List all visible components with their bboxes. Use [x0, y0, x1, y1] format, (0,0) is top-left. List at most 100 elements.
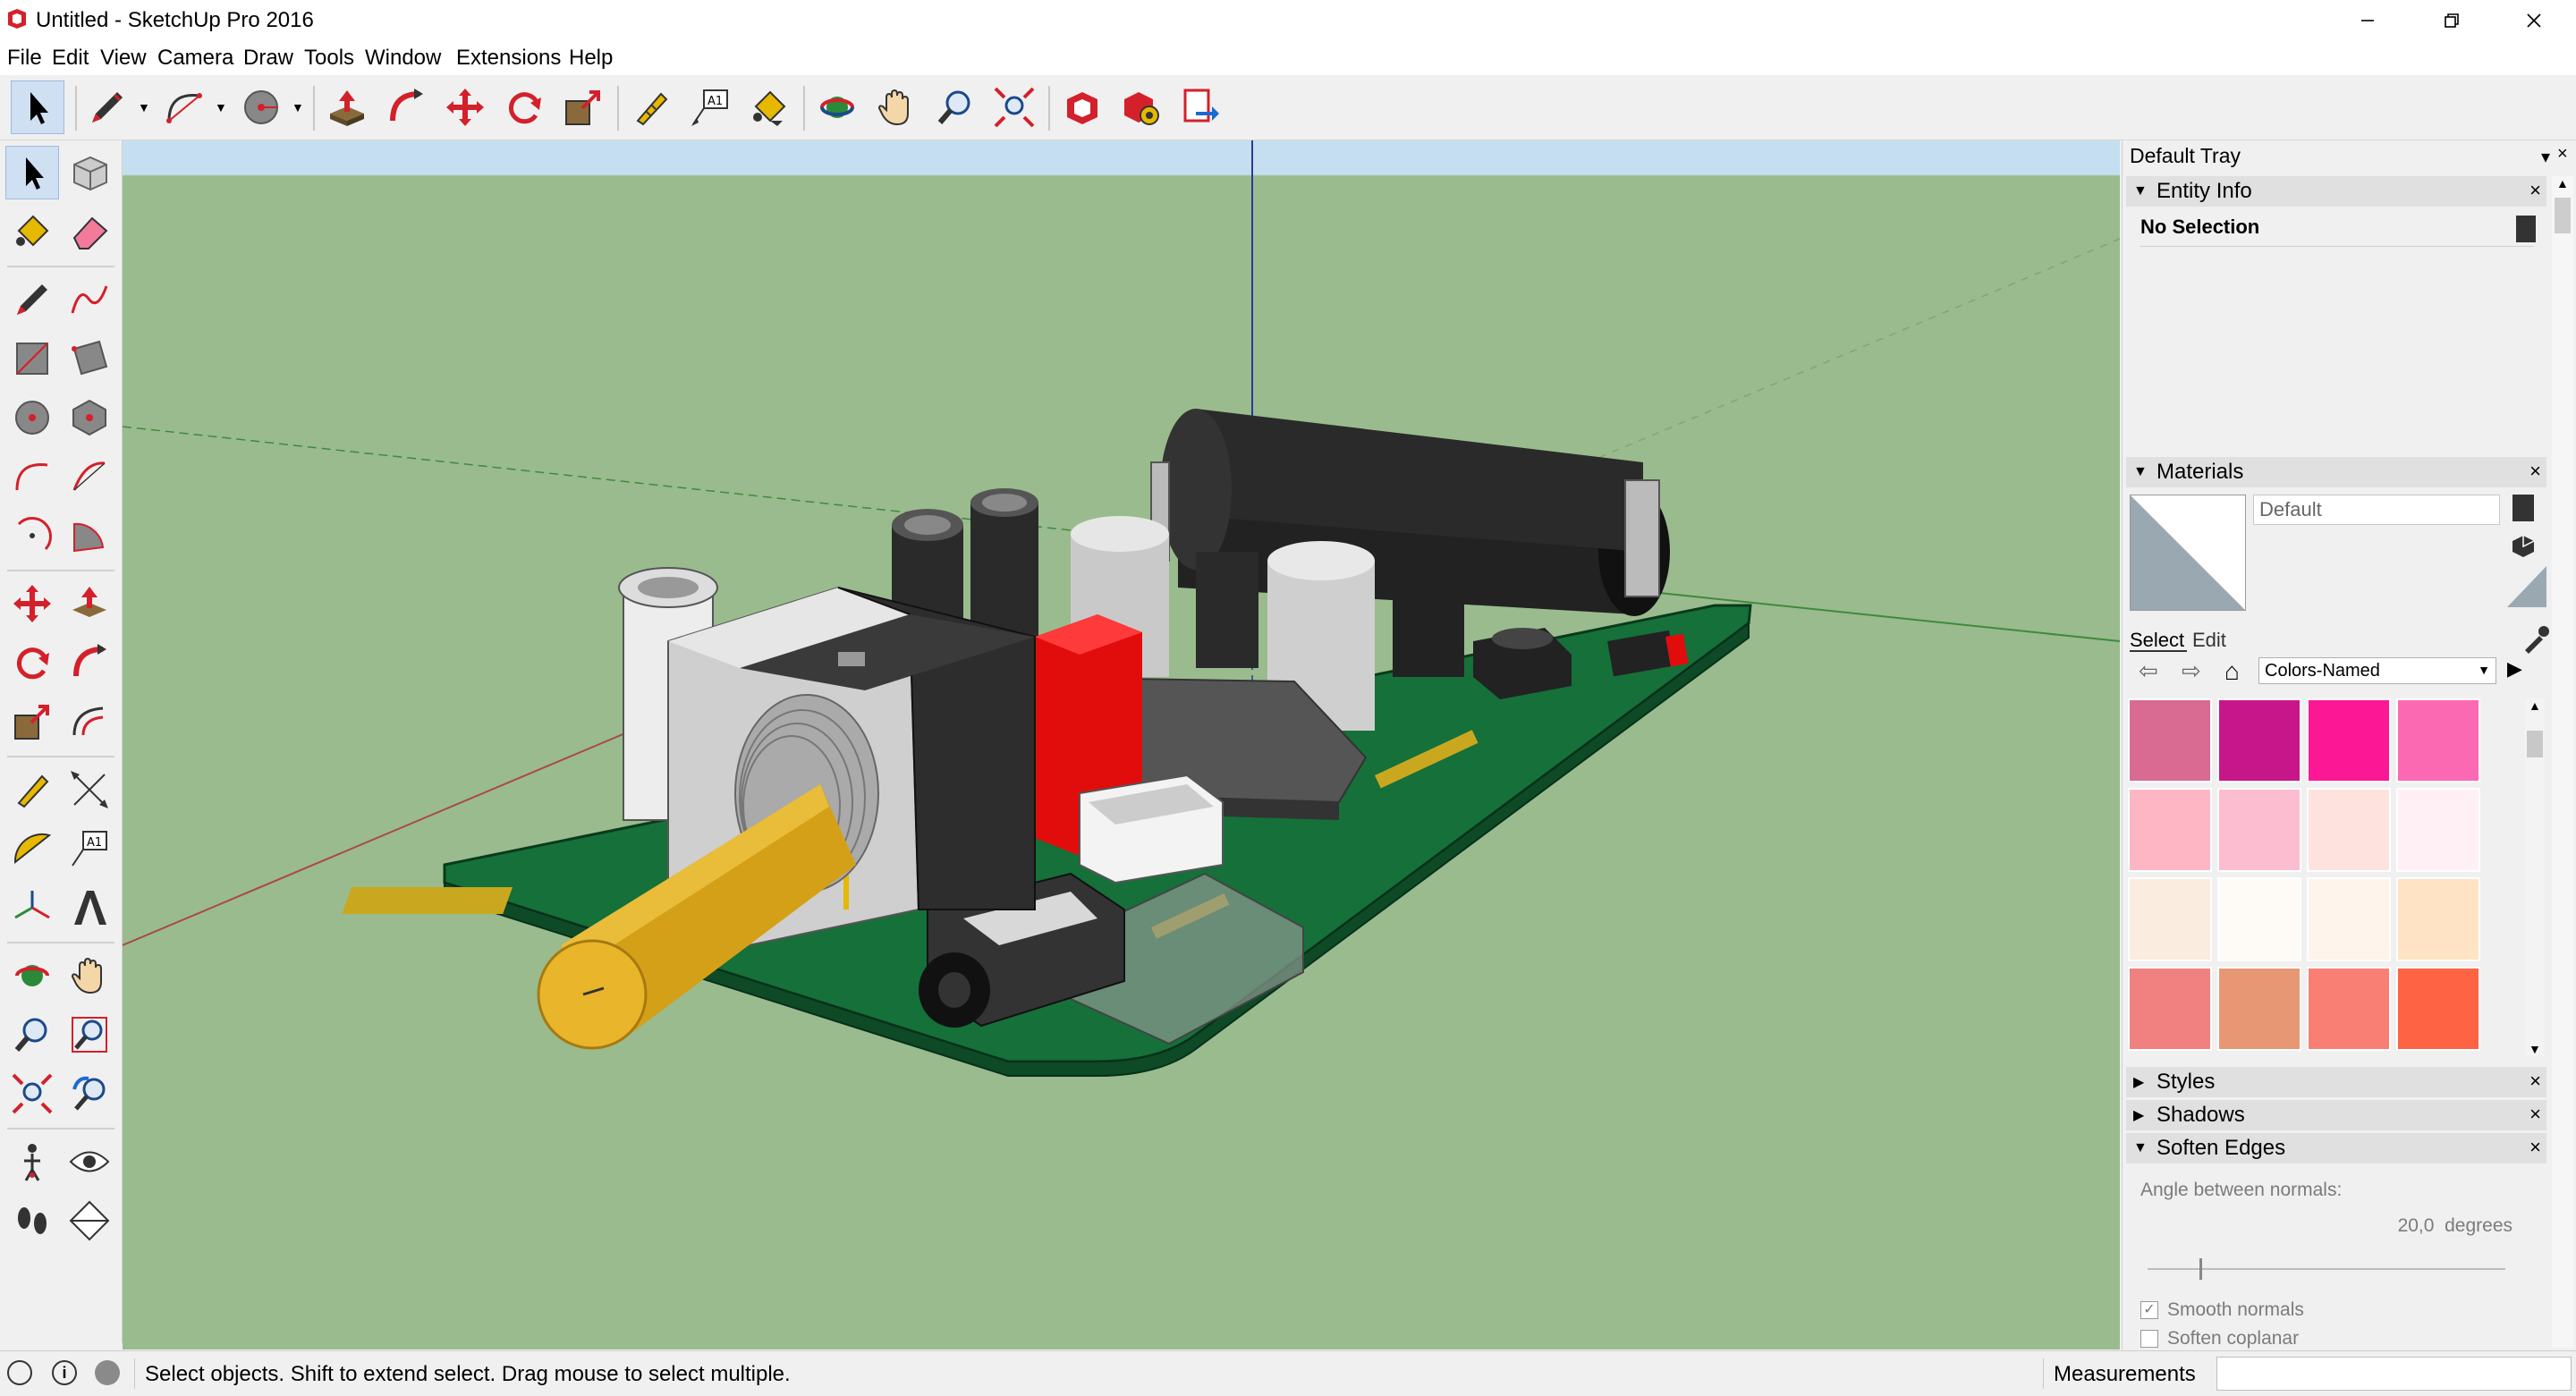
axes-tool-button[interactable] — [5, 881, 59, 935]
look-around-button[interactable] — [63, 1135, 116, 1189]
menu-view[interactable]: View — [100, 46, 147, 71]
extension-warehouse-button[interactable] — [1114, 80, 1168, 134]
position-camera-button[interactable] — [5, 1135, 59, 1189]
scale-tool-button[interactable] — [556, 80, 610, 134]
entity-info-header[interactable]: ▼ Entity Info × — [2126, 176, 2546, 207]
text-tool-button[interactable]: A1 — [63, 822, 116, 876]
chevron-down-icon[interactable]: ▼ — [292, 100, 304, 114]
material-swatch[interactable] — [2307, 877, 2391, 961]
zoom-window-tool-button[interactable] — [63, 1008, 116, 1062]
previous-view-button[interactable] — [63, 1067, 116, 1121]
minimize-button[interactable] — [2326, 0, 2410, 41]
create-material-icon[interactable] — [2512, 495, 2534, 521]
chevron-down-icon[interactable]: ▼ — [138, 100, 150, 114]
rotated-rectangle-tool-button[interactable] — [63, 332, 116, 385]
menu-draw[interactable]: Draw — [243, 46, 293, 71]
panel-close-icon[interactable]: × — [2529, 1070, 2541, 1093]
scroll-thumb[interactable] — [2527, 731, 2543, 757]
dimension-tool-button[interactable]: A1 — [683, 80, 737, 134]
menu-help[interactable]: Help — [569, 46, 613, 71]
sample-paint-icon[interactable] — [2509, 532, 2538, 559]
info-icon[interactable]: i — [52, 1360, 77, 1385]
offset-tool-button[interactable] — [63, 695, 116, 749]
tray-scrollbar[interactable]: ▲ — [2552, 176, 2573, 1348]
chevron-down-icon[interactable]: ▼ — [215, 100, 227, 114]
material-swatch[interactable] — [2396, 967, 2480, 1051]
three-point-arc-tool-button[interactable] — [5, 509, 59, 563]
rectangle-tool-button[interactable] — [5, 332, 59, 385]
soften-coplanar-checkbox[interactable] — [2140, 1330, 2158, 1348]
menu-extensions[interactable]: Extensions — [456, 46, 561, 71]
paint-bucket-tool-button[interactable] — [5, 205, 59, 258]
back-arrow-icon[interactable]: ⇦ — [2139, 657, 2158, 685]
material-swatch[interactable] — [2128, 698, 2212, 783]
eyedropper-icon[interactable] — [2521, 623, 2550, 654]
smooth-normals-checkbox[interactable]: ✓ — [2140, 1301, 2158, 1319]
scroll-up-icon[interactable]: ▲ — [2529, 698, 2541, 713]
menu-file[interactable]: File — [7, 46, 42, 71]
move-tool-button[interactable] — [438, 80, 492, 134]
soften-edges-header[interactable]: ▼ Soften Edges × — [2126, 1133, 2546, 1163]
material-swatch[interactable] — [2217, 698, 2301, 783]
pie-tool-button[interactable] — [63, 509, 116, 563]
library-dropdown[interactable]: Colors-Named ▼ — [2258, 657, 2496, 684]
material-swatch[interactable] — [2128, 788, 2212, 872]
make-component-button[interactable] — [63, 146, 116, 199]
3d-model-scene[interactable] — [123, 140, 2120, 1349]
two-point-arc-tool-button[interactable] — [63, 450, 116, 503]
eraser-tool-button[interactable] — [63, 205, 116, 258]
user-account-icon[interactable] — [95, 1360, 120, 1385]
tab-edit[interactable]: Edit — [2192, 629, 2226, 652]
menu-camera[interactable]: Camera — [157, 46, 233, 71]
menu-tools[interactable]: Tools — [304, 46, 354, 71]
restore-button[interactable] — [2410, 0, 2494, 41]
zoom-extents-tool-button[interactable] — [987, 80, 1041, 134]
material-swatch[interactable] — [2217, 788, 2301, 872]
zoom-tool-button[interactable] — [928, 80, 982, 134]
material-swatch[interactable] — [2307, 788, 2391, 872]
tape-measure-tool-button[interactable] — [624, 80, 678, 134]
walk-tool-button[interactable] — [5, 1194, 59, 1248]
panel-close-icon[interactable]: × — [2529, 1136, 2541, 1159]
tape-measure-tool-button[interactable] — [5, 763, 59, 816]
measurements-input[interactable] — [2216, 1357, 2572, 1391]
styles-header[interactable]: ▶ Styles × — [2126, 1067, 2546, 1097]
material-swatch[interactable] — [2396, 788, 2480, 872]
panel-close-icon[interactable]: × — [2529, 179, 2541, 202]
tray-pin-icon[interactable]: ▾ — [2541, 146, 2550, 168]
zoom-extents-tool-button[interactable] — [5, 1067, 59, 1121]
line-tool-button[interactable] — [80, 80, 134, 134]
pan-tool-button[interactable] — [869, 80, 923, 134]
push-pull-tool-button[interactable] — [320, 80, 374, 134]
materials-header[interactable]: ▼ Materials × — [2126, 457, 2546, 487]
pan-tool-button[interactable] — [63, 949, 116, 1003]
menu-window[interactable]: Window — [365, 46, 441, 71]
arc-tool-button[interactable] — [157, 80, 211, 134]
circle-tool-button[interactable] — [5, 391, 59, 444]
push-pull-tool-button[interactable] — [63, 577, 116, 630]
arc-tool-button[interactable] — [5, 450, 59, 503]
material-swatch[interactable] — [2307, 967, 2391, 1051]
material-swatch[interactable] — [2307, 698, 2391, 783]
line-tool-button[interactable] — [5, 273, 59, 326]
orbit-tool-button[interactable] — [5, 949, 59, 1003]
move-tool-button[interactable] — [5, 577, 59, 630]
drawing-viewport[interactable] — [123, 140, 2120, 1349]
select-tool-button[interactable] — [5, 146, 59, 199]
material-name-field[interactable] — [2253, 495, 2500, 525]
zoom-tool-button[interactable] — [5, 1008, 59, 1062]
layout-send-button[interactable] — [1174, 80, 1227, 134]
rotate-tool-button[interactable] — [497, 80, 551, 134]
paint-bucket-tool-button[interactable] — [742, 80, 796, 134]
orbit-tool-button[interactable] — [810, 80, 864, 134]
follow-me-tool-button[interactable] — [63, 636, 116, 690]
protractor-tool-button[interactable] — [5, 822, 59, 876]
3d-text-tool-button[interactable] — [63, 881, 116, 935]
rotate-tool-button[interactable] — [5, 636, 59, 690]
circle-tool-button[interactable] — [234, 80, 288, 134]
scroll-down-icon[interactable]: ▼ — [2529, 1042, 2541, 1056]
details-toggle-icon[interactable] — [2516, 216, 2536, 242]
scroll-up-icon[interactable]: ▲ — [2556, 176, 2569, 190]
scale-tool-button[interactable] — [5, 695, 59, 749]
material-swatch[interactable] — [2128, 967, 2212, 1051]
